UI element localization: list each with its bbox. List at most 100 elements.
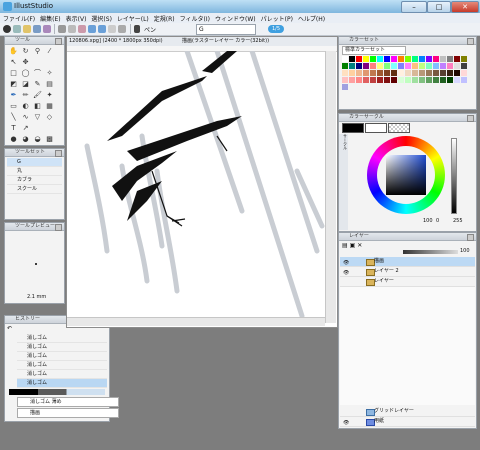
eraser-icon[interactable]: ▭ [8,101,19,111]
history-item[interactable]: 消しゴム [17,361,107,370]
select-erase-icon[interactable]: ◪ [20,79,31,89]
color-swatch[interactable] [412,70,418,76]
toolset-item[interactable]: スクール [7,185,62,194]
color-swatch[interactable] [384,70,390,76]
color-swatch[interactable] [447,70,453,76]
toolset-item[interactable]: カブラ [7,176,62,185]
color-swatch[interactable] [370,70,376,76]
pen-icon[interactable]: ✒ [8,90,19,100]
color-swatch[interactable] [440,56,446,62]
main-color-swatch[interactable] [342,123,364,133]
color-swatch[interactable] [419,63,425,69]
transparent-swatch[interactable] [388,123,410,133]
history-item-selected[interactable]: 消しゴム [17,379,107,388]
color-swatch[interactable] [342,56,348,62]
opacity-slider[interactable] [403,250,458,254]
close-button[interactable]: ✕ [451,1,479,13]
history-item[interactable]: 消しゴム [17,343,107,352]
color-swatch[interactable] [454,63,460,69]
color-swatch[interactable] [433,70,439,76]
settings-icon[interactable] [108,25,116,33]
color-swatch[interactable] [349,56,355,62]
print-icon[interactable] [43,25,51,33]
save-icon[interactable] [33,25,41,33]
layer-row[interactable]: 👁 レイヤー 2 [340,267,475,277]
color-swatch[interactable] [363,63,369,69]
airbrush-icon[interactable]: ✦ [44,90,55,100]
menu-palette[interactable]: パレット(P) [258,13,295,23]
color-swatch[interactable] [440,63,446,69]
sub-color-swatch[interactable] [365,123,387,133]
color-swatch[interactable] [398,63,404,69]
rotate-icon[interactable]: ↻ [20,46,31,56]
cut-icon[interactable] [58,25,66,33]
color-swatch[interactable] [419,70,425,76]
color-swatch[interactable] [384,56,390,62]
grid-icon[interactable] [118,25,126,33]
panel-close-icon[interactable] [55,150,62,157]
pen-tool-icon[interactable] [134,25,140,33]
color-swatch[interactable] [426,77,432,83]
new-layer-icon[interactable]: ▤ [342,242,348,249]
paste-icon[interactable] [78,25,86,33]
panel-close-icon[interactable] [467,234,474,241]
undo-history-icon[interactable]: ↶ [7,325,12,332]
color-swatch[interactable] [377,56,383,62]
eyedropper-icon[interactable]: ⁄ [44,46,55,56]
lasso-icon[interactable]: ◯ [20,68,31,78]
menu-view[interactable]: 表示(V) [63,13,89,23]
shape-icon[interactable]: ▽ [32,112,43,122]
color-swatch[interactable] [461,70,467,76]
color-swatch[interactable] [405,63,411,69]
layer-row[interactable]: レイヤー [340,277,475,287]
color-swatch[interactable] [384,77,390,83]
layer-row[interactable]: 👁 描画 [340,257,475,267]
curve-icon[interactable]: ∿ [20,112,31,122]
undo-icon[interactable] [88,25,96,33]
color-swatch[interactable] [461,56,467,62]
color-swatch[interactable] [356,63,362,69]
color-swatch[interactable] [342,63,348,69]
history-item[interactable]: 消しゴム [17,334,107,343]
vertical-scrollbar[interactable] [325,51,336,323]
saturation-value-square[interactable] [386,155,426,195]
object-icon[interactable]: ↗ [20,123,31,133]
color-dot-icon[interactable] [3,25,11,33]
color-swatch[interactable] [391,77,397,83]
status-pill[interactable]: 1/5 [268,25,284,33]
color-swatch[interactable] [398,56,404,62]
gradient-icon[interactable]: ▦ [44,101,55,111]
color-swatch[interactable] [342,77,348,83]
color-swatch[interactable] [433,56,439,62]
color-swatch[interactable] [370,77,376,83]
color-swatch[interactable] [342,70,348,76]
color-swatch[interactable] [370,63,376,69]
color-swatch[interactable] [433,63,439,69]
drawing-canvas[interactable] [67,51,325,317]
menu-file[interactable]: ファイル(F) [0,13,37,23]
color-swatch[interactable] [447,56,453,62]
brush-select[interactable]: G [196,24,256,35]
color-set-select[interactable]: 標準カラーセット [342,46,406,55]
move-icon[interactable]: ✥ [20,57,31,67]
toolset-item[interactable]: 丸 [7,167,62,176]
hand-icon[interactable]: ✋ [8,46,19,56]
color-swatch[interactable] [349,63,355,69]
fill-icon[interactable]: ◧ [32,101,43,111]
menu-help[interactable]: ヘルプ(H) [295,13,327,23]
document-tab[interactable]: 120806.xpg] (2400 * 1800px 350dpi) [69,38,163,45]
polygon-icon[interactable]: ◇ [44,112,55,122]
rect-select-icon[interactable]: □ [8,68,19,78]
select-pen-icon[interactable]: ◩ [8,79,19,89]
color-swatch[interactable] [405,70,411,76]
color-swatch[interactable] [391,63,397,69]
panel-close-icon[interactable] [467,115,474,122]
color-swatch[interactable] [461,63,467,69]
panel-close-icon[interactable] [55,224,62,231]
color-swatch[interactable] [440,70,446,76]
color-swatch[interactable] [377,77,383,83]
color-swatch[interactable] [398,77,404,83]
color-swatch[interactable] [356,56,362,62]
color-swatch[interactable] [342,84,348,90]
color-swatch[interactable] [454,56,460,62]
